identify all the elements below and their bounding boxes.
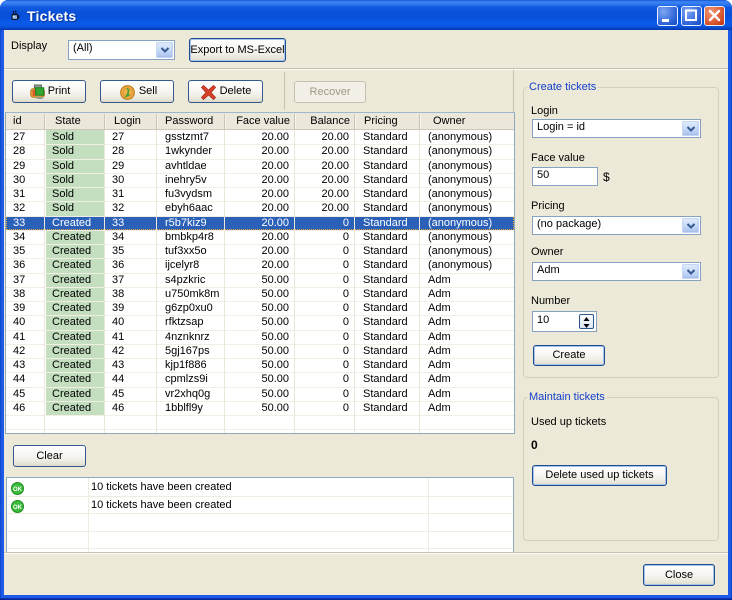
- svg-text:OK: OK: [13, 505, 23, 511]
- svg-text:OK: OK: [13, 487, 23, 493]
